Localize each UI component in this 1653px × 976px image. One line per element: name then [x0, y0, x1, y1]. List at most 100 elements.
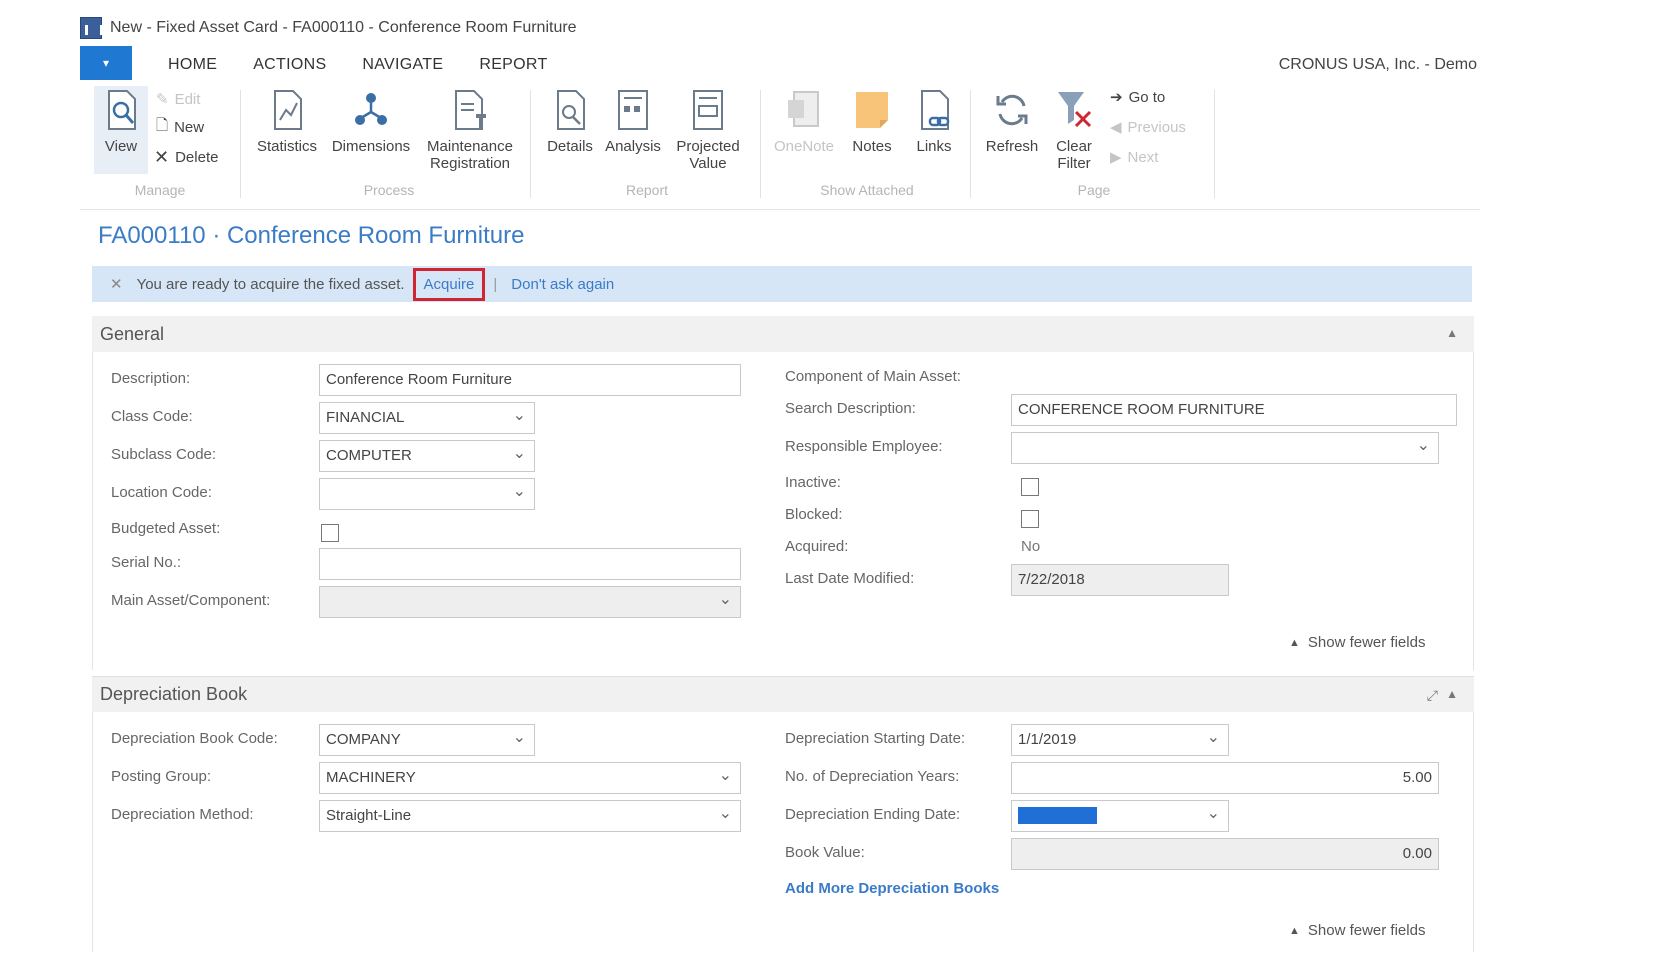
next-button[interactable]: ▶ Next — [1110, 146, 1158, 168]
collapse-icon[interactable]: ▲ — [1446, 326, 1458, 340]
ribbon-separator — [240, 90, 241, 198]
class-code-select[interactable]: FINANCIAL — [319, 402, 535, 434]
subclass-code-select[interactable]: COMPUTER — [319, 440, 535, 472]
serial-no-field[interactable] — [319, 548, 741, 580]
location-code-select[interactable] — [319, 478, 535, 510]
statistics-button[interactable]: Statistics — [248, 88, 326, 155]
ribbon-separator — [760, 90, 761, 198]
book-value-field: 0.00 — [1011, 838, 1439, 870]
window-title: New - Fixed Asset Card - FA000110 - Conf… — [110, 19, 577, 36]
ribbon-tabs: HOME ACTIONS NAVIGATE REPORT — [150, 50, 566, 80]
location-code-label: Location Code: — [111, 484, 212, 501]
delete-button[interactable]: ✕ Delete — [154, 146, 218, 168]
analysis-button[interactable]: Analysis — [600, 88, 666, 155]
links-button[interactable]: Links — [904, 88, 964, 155]
group-label-report: Report — [625, 182, 669, 198]
collapse-icon[interactable]: ▲ — [1446, 687, 1458, 701]
book-value-label: Book Value: — [785, 844, 865, 861]
depreciation-section-header[interactable]: Depreciation Book ⤢ ▲ — [92, 676, 1474, 712]
acquire-link[interactable]: Acquire — [424, 276, 475, 293]
inactive-label: Inactive: — [785, 474, 841, 491]
group-label-page: Page — [1077, 182, 1111, 198]
view-button[interactable]: View — [85, 88, 157, 155]
tab-navigate[interactable]: NAVIGATE — [344, 50, 461, 80]
notification-bar: ✕ You are ready to acquire the fixed ass… — [92, 266, 1472, 302]
ribbon-group-process: Statistics Dimensions Maintenance Registr… — [244, 84, 534, 206]
ribbon-group-report: Details Analysis Projected Value Report — [534, 84, 760, 206]
posting-group-select[interactable]: MACHINERY — [319, 762, 741, 794]
dimensions-icon — [351, 88, 391, 132]
dimensions-button[interactable]: Dimensions — [328, 88, 414, 155]
subclass-code-label: Subclass Code: — [111, 446, 217, 463]
description-field[interactable]: Conference Room Furniture — [319, 364, 741, 396]
close-icon[interactable]: ✕ — [110, 275, 123, 293]
general-section: Description: Conference Room Furniture C… — [92, 352, 1474, 670]
depreciation-book-code-select[interactable]: COMPANY — [319, 724, 535, 756]
budgeted-asset-checkbox[interactable] — [321, 524, 339, 542]
dont-ask-again-link[interactable]: Don't ask again — [511, 276, 614, 293]
ribbon-group-show-attached: OneNote Notes Links Show Attached — [764, 84, 970, 206]
projected-value-button[interactable]: Projected Value — [668, 88, 748, 172]
chevron-up-icon: ▲ — [1289, 636, 1300, 649]
refresh-button[interactable]: Refresh — [978, 88, 1046, 155]
posting-group-label: Posting Group: — [111, 768, 212, 785]
expand-icon[interactable]: ⤢ — [1427, 687, 1438, 704]
depreciation-years-label: No. of Depreciation Years: — [785, 768, 960, 785]
arrow-right-icon: ➔ — [1110, 89, 1123, 106]
notes-button[interactable]: Notes — [842, 88, 902, 155]
edit-button[interactable]: ✎ Edit — [156, 88, 200, 110]
serial-no-label: Serial No.: — [111, 554, 182, 571]
budgeted-asset-label: Budgeted Asset: — [111, 520, 221, 537]
tab-report[interactable]: REPORT — [461, 50, 565, 80]
clear-filter-button[interactable]: Clear Filter — [1046, 88, 1102, 172]
app-menu-button[interactable]: ▾ — [80, 46, 132, 80]
analysis-icon — [613, 88, 653, 132]
ribbon-separator — [530, 90, 531, 198]
page-title: FA000110 · Conference Room Furniture — [98, 222, 525, 249]
tab-actions[interactable]: ACTIONS — [235, 50, 344, 80]
show-fewer-fields-link[interactable]: ▲ Show fewer fields — [1289, 634, 1425, 651]
acquired-label: Acquired: — [785, 538, 849, 555]
depreciation-starting-date-label: Depreciation Starting Date: — [785, 730, 966, 747]
add-more-depreciation-books-link[interactable]: Add More Depreciation Books — [785, 880, 999, 897]
depreciation-ending-date-field[interactable]: 12/31/2023 — [1011, 800, 1229, 832]
company-name: CRONUS USA, Inc. - Demo — [1278, 56, 1477, 73]
description-label: Description: — [111, 370, 191, 387]
window-title-bar: New - Fixed Asset Card - FA000110 - Conf… — [80, 14, 1480, 42]
maintenance-registration-button[interactable]: Maintenance Registration — [420, 88, 520, 172]
responsible-employee-select[interactable] — [1011, 432, 1439, 464]
blocked-checkbox[interactable] — [1021, 510, 1039, 528]
component-label: Component of Main Asset: — [785, 368, 961, 385]
acquired-value: No — [1021, 538, 1041, 555]
new-document-icon: 🗋 — [156, 116, 169, 134]
previous-icon: ◀ — [1110, 119, 1122, 136]
new-button[interactable]: 🗋 New — [156, 116, 204, 138]
chevron-up-icon: ▲ — [1289, 924, 1300, 937]
previous-button[interactable]: ◀ Previous — [1110, 116, 1186, 138]
onenote-button[interactable]: OneNote — [768, 88, 840, 155]
show-fewer-fields-link[interactable]: ▲ Show fewer fields — [1289, 922, 1425, 939]
depreciation-years-field[interactable]: 5.00 — [1011, 762, 1439, 794]
last-date-modified-label: Last Date Modified: — [785, 570, 915, 587]
depreciation-starting-date-field[interactable]: 1/1/2019 — [1011, 724, 1229, 756]
depreciation-method-label: Depreciation Method: — [111, 806, 254, 823]
details-button[interactable]: Details — [538, 88, 602, 155]
general-section-header[interactable]: General ▲ — [92, 316, 1474, 352]
notes-icon — [852, 88, 892, 132]
delete-x-icon: ✕ — [154, 146, 170, 167]
inactive-checkbox[interactable] — [1021, 478, 1039, 496]
main-asset-select[interactable] — [319, 586, 741, 618]
view-icon — [101, 88, 141, 132]
search-description-label: Search Description: — [785, 400, 916, 417]
depreciation-ending-date-label: Depreciation Ending Date: — [785, 806, 961, 823]
projected-value-icon — [688, 88, 728, 132]
depreciation-book-code-label: Depreciation Book Code: — [111, 730, 278, 747]
tab-home[interactable]: HOME — [150, 50, 236, 80]
ribbon-separator — [970, 90, 971, 198]
search-description-field[interactable]: CONFERENCE ROOM FURNITURE — [1011, 394, 1457, 426]
details-icon — [550, 88, 590, 132]
go-to-button[interactable]: ➔ Go to — [1110, 86, 1165, 108]
responsible-employee-label: Responsible Employee: — [785, 438, 943, 455]
depreciation-method-select[interactable]: Straight-Line — [319, 800, 741, 832]
depreciation-section: Depreciation Book Code: COMPANY Posting … — [92, 712, 1474, 952]
